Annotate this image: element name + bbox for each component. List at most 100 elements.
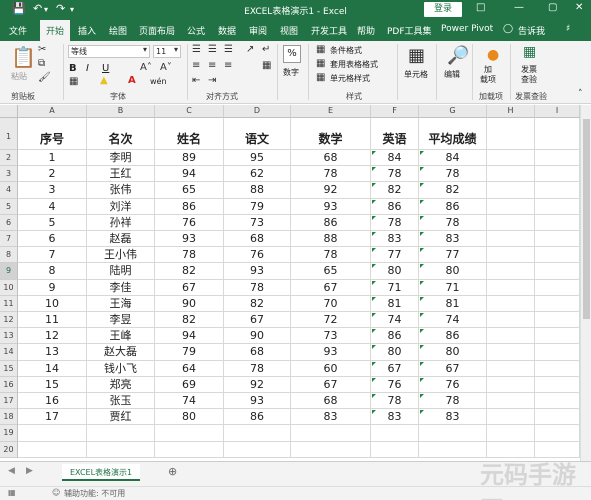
cell-b11[interactable]: 王海 (87, 295, 155, 312)
cell-e17[interactable]: 68 (291, 393, 371, 410)
fill-color-icon[interactable]: ▲ (100, 75, 108, 86)
cell-f17[interactable]: 78 (371, 393, 419, 410)
share-icon[interactable]: ♯ (566, 24, 570, 34)
cell-b1[interactable]: 名次 (87, 118, 155, 150)
cell-f12[interactable]: 74 (371, 312, 419, 329)
cell-a7[interactable]: 6 (18, 231, 87, 248)
cells-icon[interactable]: ▦ (408, 45, 425, 66)
orientation-icon[interactable]: ↗ (246, 44, 254, 55)
paste-button[interactable]: 粘贴 (11, 71, 27, 82)
cell-g17[interactable]: 78 (419, 393, 487, 410)
cell-a20[interactable] (18, 441, 87, 458)
cell-i10[interactable] (535, 279, 580, 296)
font-name-dropdown-icon[interactable]: ▾ (143, 45, 147, 54)
cell-a16[interactable]: 15 (18, 376, 87, 393)
cell-g16[interactable]: 76 (419, 376, 487, 393)
cell-f14[interactable]: 80 (371, 344, 419, 361)
phonetic-button[interactable]: wén (150, 77, 167, 86)
conditional-format-icon[interactable]: ▦ (316, 44, 325, 55)
column-header-i[interactable]: I (535, 105, 580, 118)
cell-b18[interactable]: 贾红 (87, 409, 155, 426)
cell-f15[interactable]: 67 (371, 360, 419, 377)
cell-a14[interactable]: 13 (18, 344, 87, 361)
cell-i3[interactable] (535, 166, 580, 183)
cell-d2[interactable]: 95 (224, 150, 291, 167)
cell-e12[interactable]: 72 (291, 312, 371, 329)
cell-d13[interactable]: 90 (224, 328, 291, 345)
cell-c17[interactable]: 74 (155, 393, 224, 410)
format-as-table-button[interactable]: 套用表格格式 (330, 59, 378, 70)
cell-h3[interactable] (487, 166, 535, 183)
cell-h12[interactable] (487, 312, 535, 329)
tab-page-layout[interactable]: 页面布局 (139, 24, 175, 37)
select-all-corner[interactable] (0, 105, 18, 118)
cell-c14[interactable]: 79 (155, 344, 224, 361)
cell-g1[interactable]: 平均成绩 (419, 118, 487, 150)
cell-c4[interactable]: 65 (155, 182, 224, 199)
cell-b6[interactable]: 孙祥 (87, 214, 155, 231)
cell-a3[interactable]: 2 (18, 166, 87, 183)
row-header-17[interactable]: 17 (0, 393, 18, 410)
italic-button[interactable]: I (86, 63, 89, 74)
cell-g14[interactable]: 80 (419, 344, 487, 361)
column-header-h[interactable]: H (487, 105, 535, 118)
cell-d9[interactable]: 93 (224, 263, 291, 280)
cell-c20[interactable] (155, 441, 224, 458)
cell-f9[interactable]: 80 (371, 263, 419, 280)
cell-b13[interactable]: 王峰 (87, 328, 155, 345)
cut-icon[interactable]: ✂ (38, 44, 46, 55)
invoice-icon[interactable]: ▦ (523, 44, 536, 60)
tab-insert[interactable]: 插入 (78, 24, 96, 37)
cell-i13[interactable] (535, 328, 580, 345)
cell-g15[interactable]: 67 (419, 360, 487, 377)
cell-e15[interactable]: 60 (291, 360, 371, 377)
cell-a8[interactable]: 7 (18, 247, 87, 264)
column-header-a[interactable]: A (18, 105, 87, 118)
cell-h19[interactable] (487, 425, 535, 442)
tab-pdf-tools[interactable]: PDF工具集 (387, 24, 432, 37)
cell-f19[interactable] (371, 425, 419, 442)
tab-power-pivot[interactable]: Power Pivot (441, 24, 493, 34)
editing-icon[interactable]: 🔎 (447, 45, 469, 66)
cell-i8[interactable] (535, 247, 580, 264)
cell-d7[interactable]: 68 (224, 231, 291, 248)
cell-e7[interactable]: 88 (291, 231, 371, 248)
row-header-5[interactable]: 5 (0, 198, 18, 215)
cell-d20[interactable] (224, 441, 291, 458)
font-name-select[interactable]: 等线 (68, 45, 150, 58)
cell-a1[interactable]: 序号 (18, 118, 87, 150)
cell-b16[interactable]: 郑亮 (87, 376, 155, 393)
cell-b3[interactable]: 王红 (87, 166, 155, 183)
cell-b15[interactable]: 钱小飞 (87, 360, 155, 377)
cell-b7[interactable]: 赵磊 (87, 231, 155, 248)
cell-b4[interactable]: 张伟 (87, 182, 155, 199)
cell-b9[interactable]: 陆明 (87, 263, 155, 280)
cell-h1[interactable] (487, 118, 535, 150)
collapse-ribbon-icon[interactable]: ˄ (578, 89, 583, 99)
cell-e16[interactable]: 67 (291, 376, 371, 393)
cell-b2[interactable]: 李明 (87, 150, 155, 167)
tab-developer[interactable]: 开发工具 (311, 24, 347, 37)
cell-h4[interactable] (487, 182, 535, 199)
cell-b5[interactable]: 刘洋 (87, 198, 155, 215)
cell-g6[interactable]: 78 (419, 214, 487, 231)
align-center-icon[interactable]: ≡ (208, 60, 216, 71)
cell-c8[interactable]: 78 (155, 247, 224, 264)
cell-d18[interactable]: 86 (224, 409, 291, 426)
row-header-9[interactable]: 9 (0, 263, 18, 280)
row-header-3[interactable]: 3 (0, 166, 18, 183)
cell-d6[interactable]: 73 (224, 214, 291, 231)
cell-e10[interactable]: 67 (291, 279, 371, 296)
tab-review[interactable]: 审阅 (249, 24, 267, 37)
cell-f1[interactable]: 英语 (371, 118, 419, 150)
close-icon[interactable]: ✕ (575, 2, 583, 13)
cell-e18[interactable]: 83 (291, 409, 371, 426)
addins-icon[interactable]: ● (487, 47, 499, 63)
cell-c19[interactable] (155, 425, 224, 442)
cell-i9[interactable] (535, 263, 580, 280)
cell-c12[interactable]: 82 (155, 312, 224, 329)
cell-i7[interactable] (535, 231, 580, 248)
cell-e3[interactable]: 78 (291, 166, 371, 183)
cell-i2[interactable] (535, 150, 580, 167)
invoice-button[interactable]: 发票 查验 (521, 65, 537, 85)
